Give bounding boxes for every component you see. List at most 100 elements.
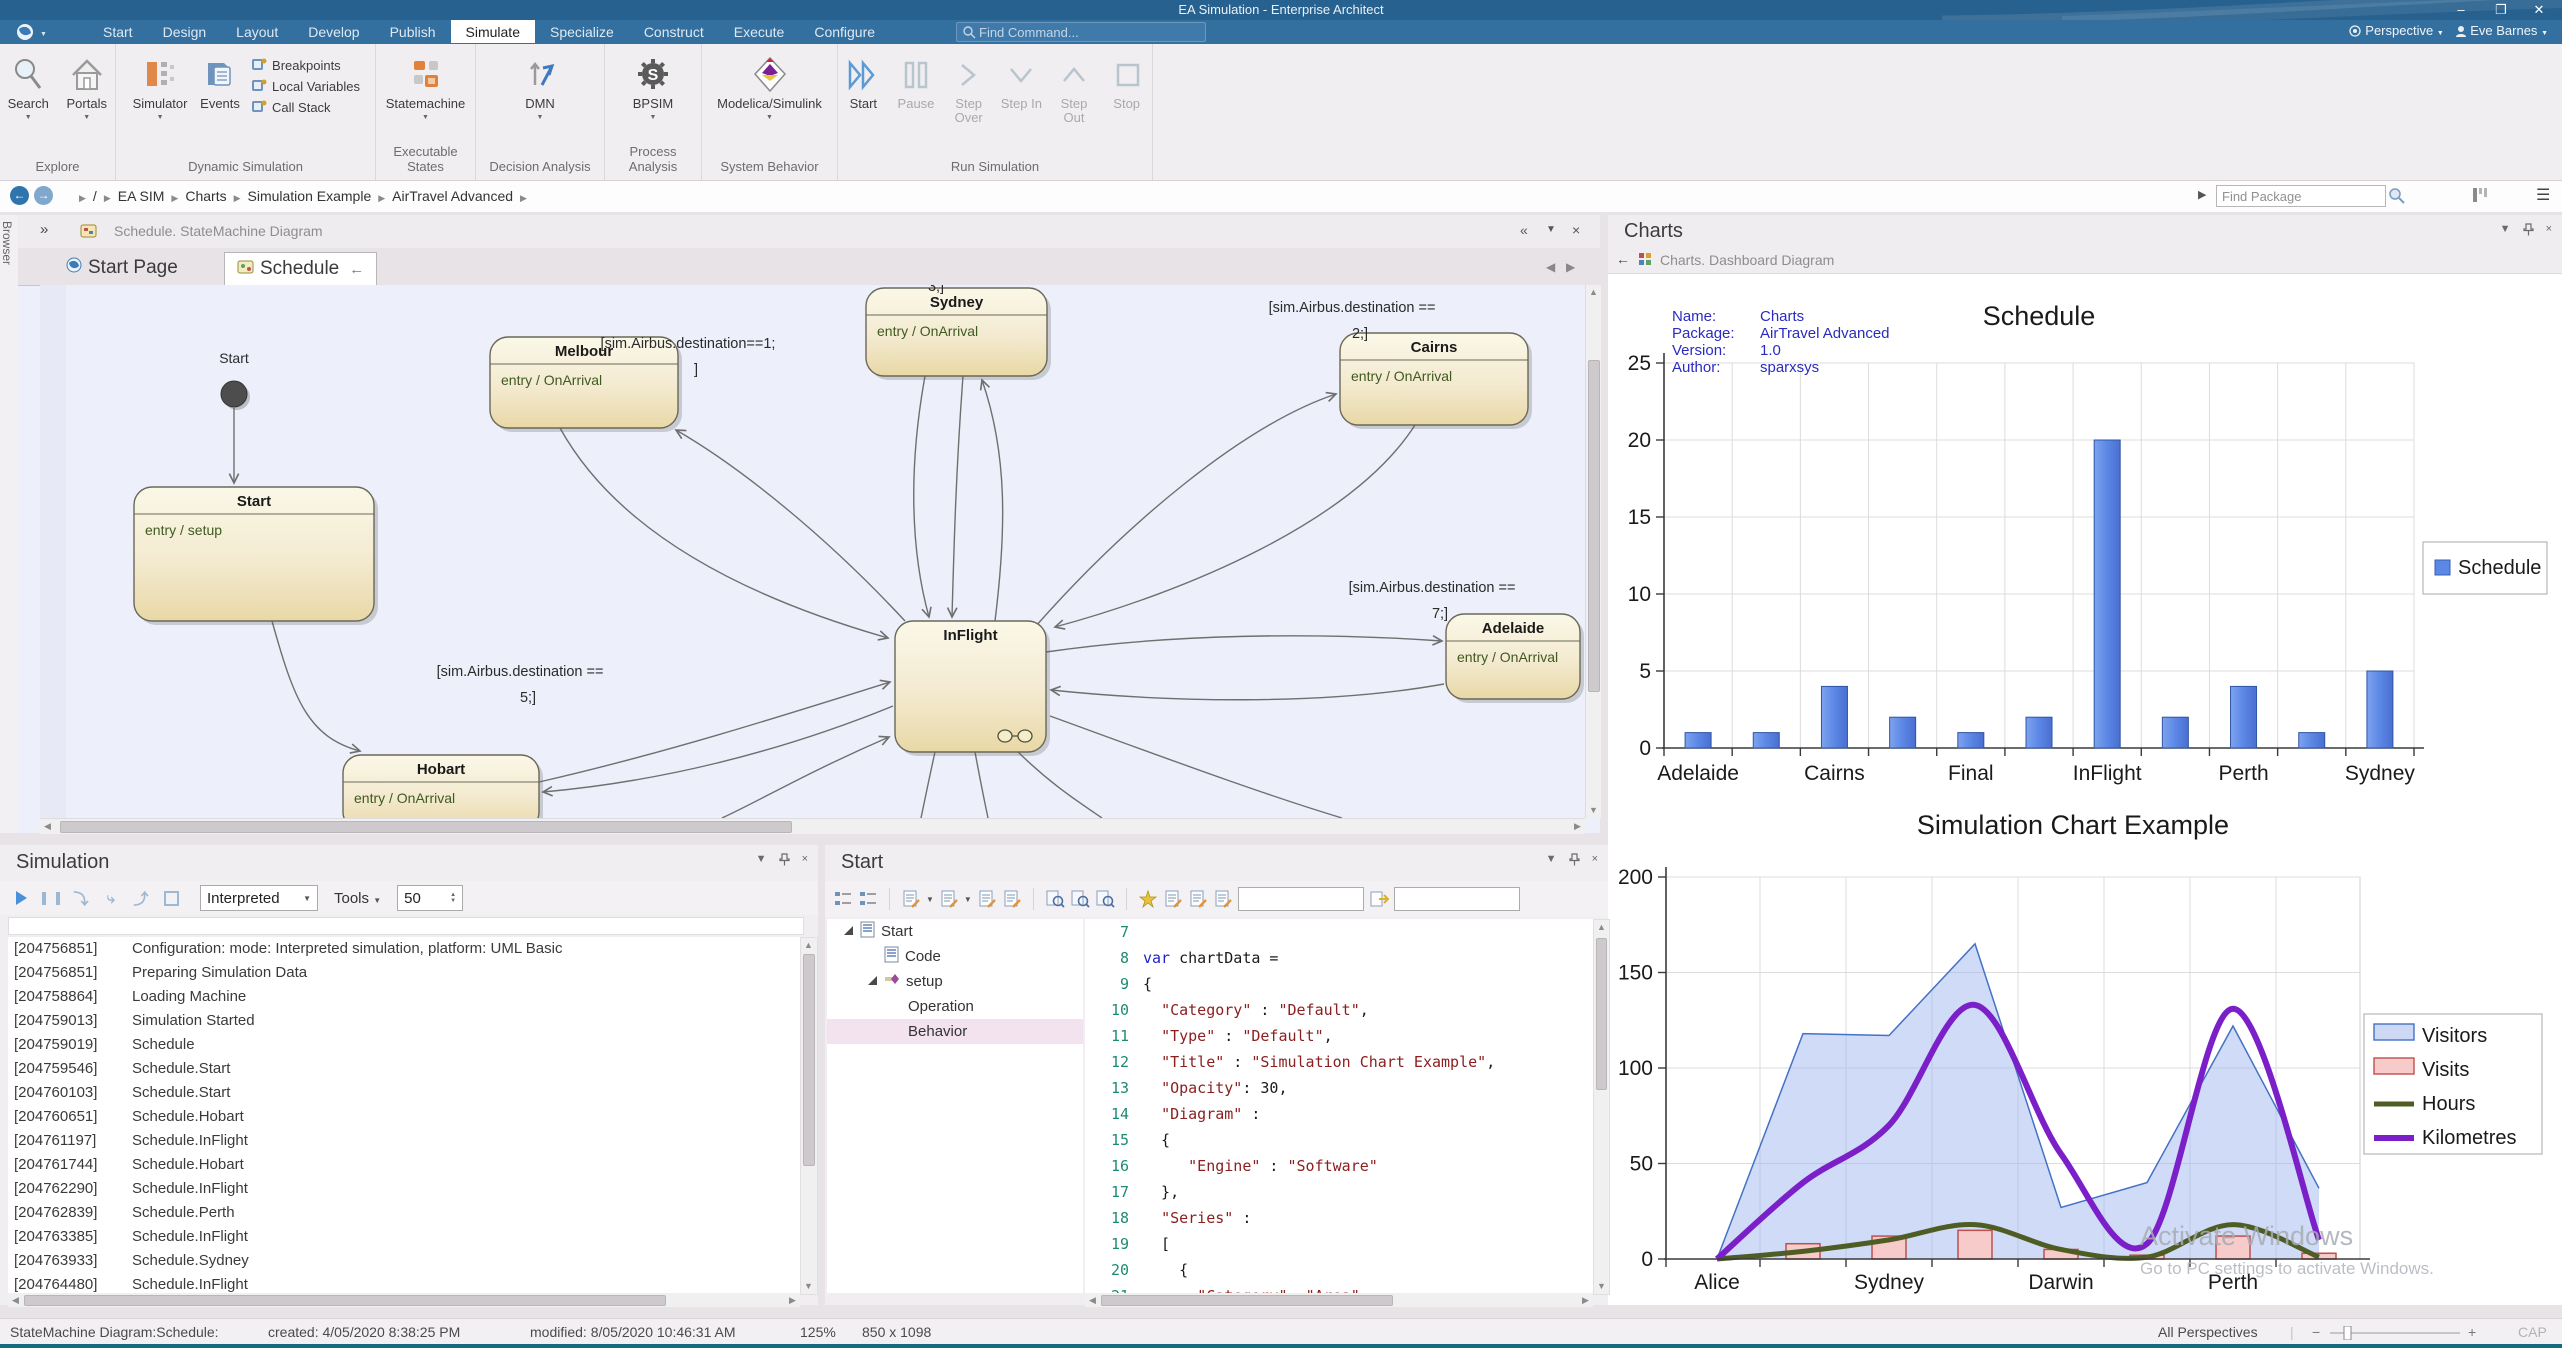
tree-expander-icon[interactable] [867,973,878,990]
hamburger-menu-icon[interactable]: ☰ [2536,185,2550,205]
panel-menu-icon[interactable]: ▼ [2500,223,2511,239]
code-line[interactable]: 10 "Category" : "Default", [1085,997,1593,1023]
ribbon-button-bpsim[interactable]: SBPSIM▼ [624,49,682,121]
ribbon-button-portals[interactable]: Portals▼ [59,49,116,121]
perspective-menu[interactable]: Perspective [2365,23,2433,38]
tab-scroll-right-icon[interactable]: ▶ [1566,260,1575,274]
schedule-bar-9[interactable] [2299,733,2325,748]
ribbon-button-step-over[interactable]: Step Over [943,49,994,124]
sim-mode-select[interactable]: Interpreted▼ [200,885,318,911]
code-line[interactable]: 21 "Category": "Area", [1085,1283,1593,1293]
ribbon-button-start[interactable]: Start [838,49,889,111]
diagram-close-icon[interactable]: × [1572,222,1580,238]
code-line[interactable]: 7 [1085,919,1593,945]
nav-forward-button[interactable]: → [34,186,53,205]
code-line[interactable]: 18 "Series" : [1085,1205,1593,1231]
schedule-bar-4[interactable] [1958,733,1984,748]
code-filter-input[interactable] [1394,887,1520,911]
edit-doc-icon[interactable] [939,889,959,909]
schedule-bar-7[interactable] [2162,717,2188,748]
diagram-horizontal-scrollbar[interactable]: ◀▶ [40,818,1585,834]
code-line[interactable]: 8var chartData = [1085,945,1593,971]
tree-item-code[interactable]: Code [827,944,1083,969]
sim-step-in-icon[interactable]: ⤷ [100,887,122,909]
code-line[interactable]: 14 "Diagram" : [1085,1101,1593,1127]
log-row[interactable]: [204756851]Preparing Simulation Data [8,961,800,985]
ribbon-button-local-variables[interactable]: Local Variables [251,78,360,95]
ribbon-button-simulator[interactable]: Simulator▼ [131,49,189,121]
ribbon-button-modelica-simulink[interactable]: Modelica/Simulink▼ [741,49,799,121]
diagram-vertical-scrollbar[interactable]: ▲▼ [1585,285,1601,818]
log-row[interactable]: [204764480]Schedule.InFlight [8,1273,800,1293]
find-package-search-icon[interactable] [2388,187,2405,207]
diagram-tab-schedule[interactable]: Schedule← [224,252,377,285]
ribbon-button-stop[interactable]: Stop [1101,49,1152,111]
state-node-start[interactable]: Startentry / setup [134,487,378,625]
import-doc-icon[interactable] [977,889,997,909]
ribbon-button-dmn[interactable]: DMN▼ [511,49,569,121]
code-line[interactable]: 15 { [1085,1127,1593,1153]
log-row[interactable]: [204759019]Schedule [8,1033,800,1057]
breadcrumb-item[interactable]: EA SIM [118,188,165,204]
tree-item-operation[interactable]: Operation [827,994,1083,1019]
menu-tab-publish[interactable]: Publish [375,20,451,43]
state-node-cairns[interactable]: Cairnsentry / OnArrival [1340,333,1532,429]
log-row[interactable]: [204763933]Schedule.Sydney [8,1249,800,1273]
grid-edit-icon[interactable] [1188,889,1208,909]
log-row[interactable]: [204760103]Schedule.Start [8,1081,800,1105]
ribbon-button-search[interactable]: Search▼ [0,49,57,121]
state-node-hobart[interactable]: Hobartentry / OnArrival [343,755,543,818]
schedule-bar-3[interactable] [1890,717,1916,748]
breadcrumb-expand-icon[interactable]: ▶ [2198,188,2206,201]
code-line[interactable]: 17 }, [1085,1179,1593,1205]
star-nav-icon[interactable] [1138,889,1158,909]
code-line[interactable]: 19 [ [1085,1231,1593,1257]
log-row[interactable]: [204759013]Simulation Started [8,1009,800,1033]
tab-back-arrow-icon[interactable]: ← [349,261,364,278]
visits-bar-3[interactable] [1958,1230,1992,1259]
schedule-bar-0[interactable] [1685,733,1711,748]
tree-item-start[interactable]: Start [827,919,1083,944]
binoculars-icon[interactable] [1045,889,1065,909]
breadcrumb-item[interactable]: Charts [185,188,226,204]
schedule-bar-1[interactable] [1753,733,1779,748]
simulation-panel-close-icon[interactable]: × [802,853,808,869]
ribbon-button-call-stack[interactable]: Call Stack [251,99,360,116]
state-node-sydney[interactable]: Sydneyentry / OnArrival [866,288,1051,380]
sim-step-over-icon[interactable]: ⤵ [70,887,92,909]
zoom-in-button[interactable]: + [2468,1324,2476,1340]
zoom-out-button[interactable]: − [2312,1324,2320,1340]
close-button[interactable]: ✕ [2522,0,2556,20]
status-perspectives[interactable]: All Perspectives [2158,1324,2258,1340]
simulation-log[interactable]: [204756851]Configuration: mode: Interpre… [8,937,800,1293]
code-line[interactable]: 13 "Opacity": 30, [1085,1075,1593,1101]
charts-panel-close-icon[interactable]: × [2546,223,2552,239]
sim-step-out-icon[interactable]: ⤴ [130,887,152,909]
charts-back-icon[interactable]: ← [1616,251,1630,267]
run-script-icon[interactable] [1369,889,1389,909]
menu-tab-simulate[interactable]: Simulate [451,20,535,43]
log-row[interactable]: [204761744]Schedule.Hobart [8,1153,800,1177]
sim-tools-menu[interactable]: Tools ▼ [334,890,381,907]
code-editor[interactable]: 78var chartData =9{10 "Category" : "Defa… [1085,919,1593,1293]
code-search-input[interactable] [1238,887,1364,911]
search-results-icon[interactable] [1095,889,1115,909]
simulation-log-vscrollbar[interactable]: ▲▼ [800,937,818,1295]
code-editor-hscrollbar[interactable]: ◀▶ [1085,1293,1593,1307]
app-logo-icon[interactable]: ▼ [16,23,56,41]
sim-pause-icon[interactable] [40,887,62,909]
schedule-bar-5[interactable] [2026,717,2052,748]
schedule-bar-10[interactable] [2367,671,2393,748]
code-line[interactable]: 11 "Type" : "Default", [1085,1023,1593,1049]
ribbon-button-step-out[interactable]: Step Out [1049,49,1100,124]
menu-tab-specialize[interactable]: Specialize [535,20,629,43]
user-menu[interactable]: Eve Barnes [2470,23,2537,38]
tree-item-setup[interactable]: setup [827,969,1083,994]
menu-tab-configure[interactable]: Configure [799,20,890,43]
panel-menu-icon[interactable]: ▼ [756,853,767,869]
schedule-bar-8[interactable] [2231,686,2257,748]
collapse-left-icon[interactable]: « [1520,222,1528,238]
search-doc-icon[interactable] [1070,889,1090,909]
log-row[interactable]: [204760651]Schedule.Hobart [8,1105,800,1129]
schedule-bar-2[interactable] [1821,686,1847,748]
